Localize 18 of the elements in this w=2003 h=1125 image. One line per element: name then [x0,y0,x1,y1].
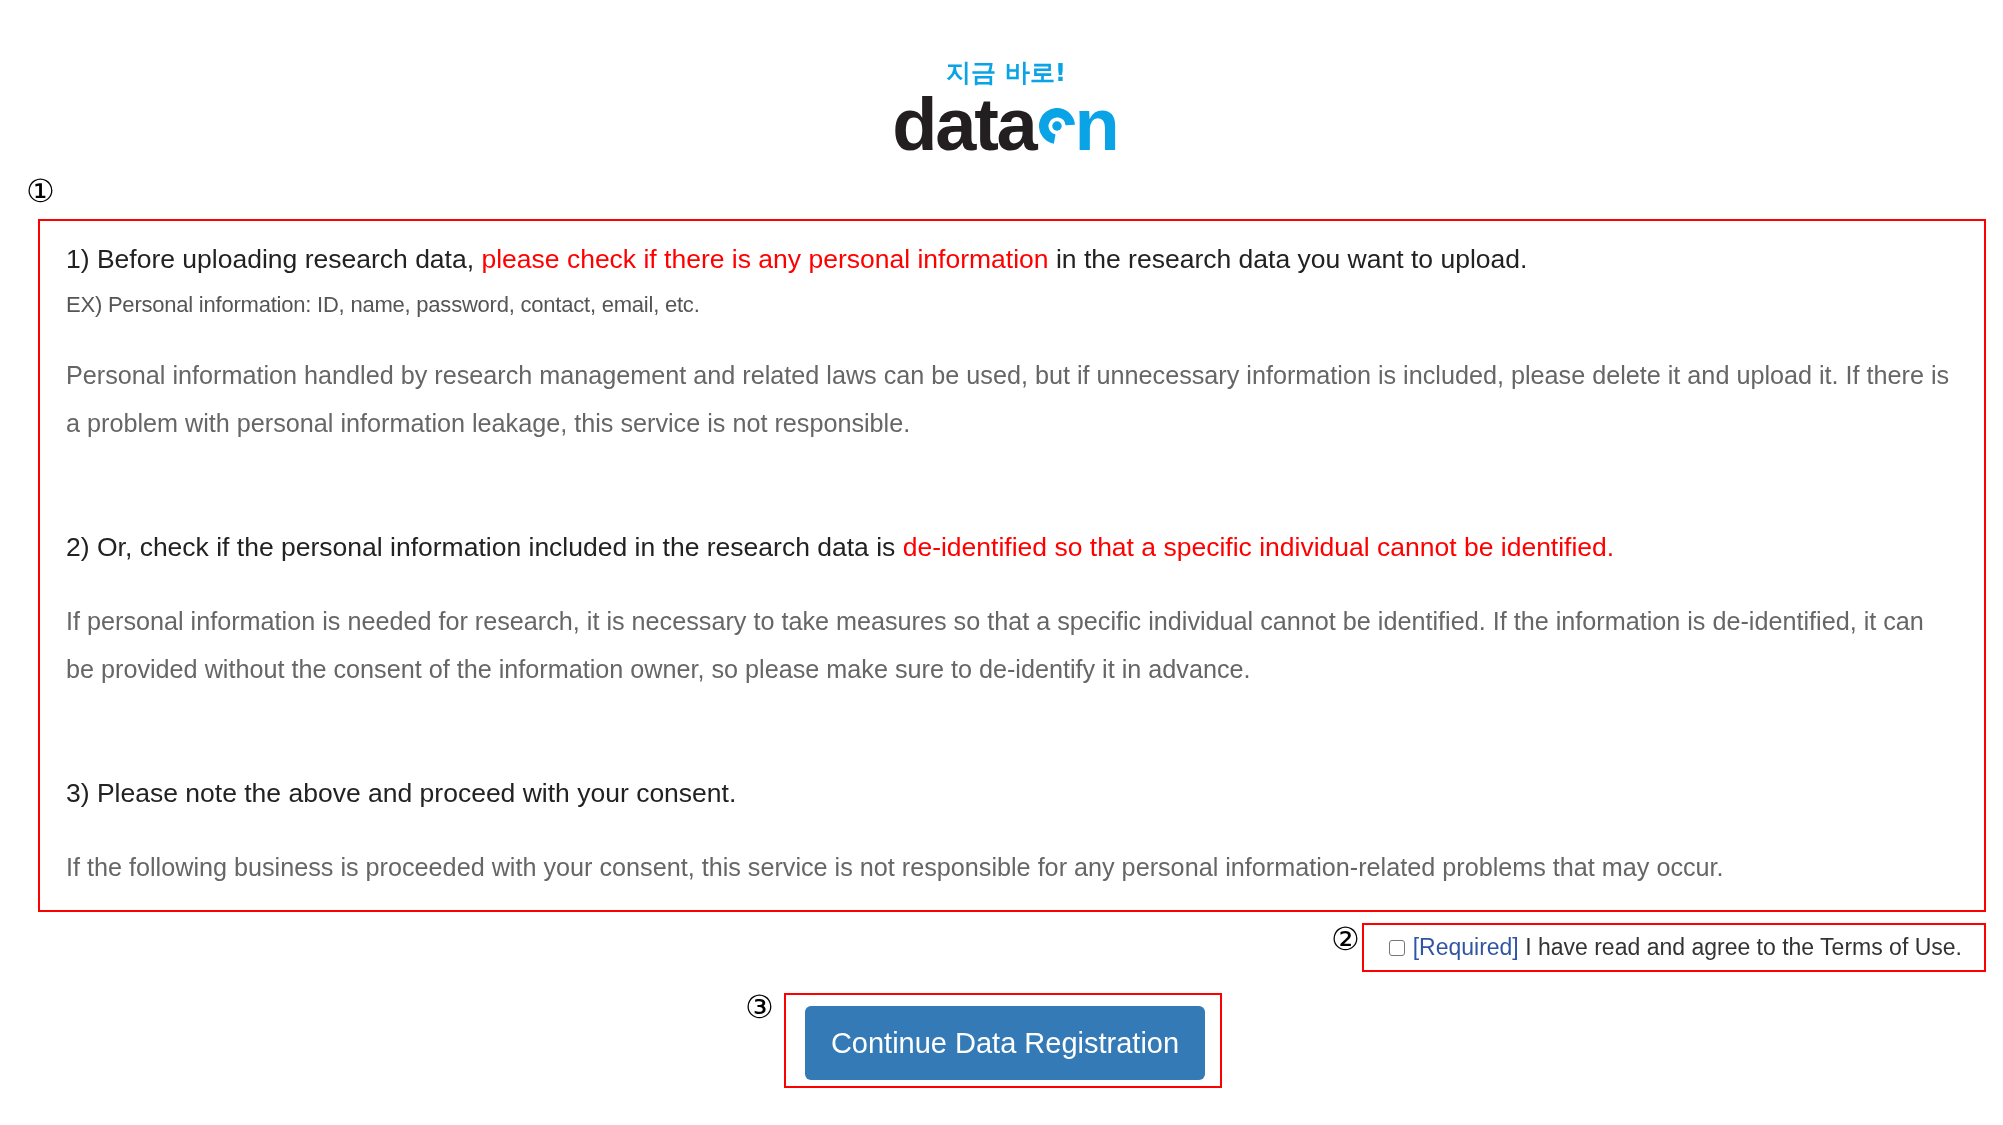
notice-paragraph: If personal information is needed for research, it is necessary to take measures so that a specific individual cannot be identified. If the information is de-identified, it can be provided without the consent of the information owner, so please make sure to de-identify it in advance. [66,606,1925,685]
logo-tagline: 지금 바로! [945,58,1067,88]
notice-heading: 1) Before uploading research data, please check if there is any personal information in the research data you want to upload. [66,243,1529,276]
notice-paragraph: Personal information handled by research management and related laws can be used, but if unnecessary information is included, please delete it and upload it. If there is a problem with personal information leakage, this service is not responsible. [66,360,1951,439]
notice-heading: 2) Or, check if the personal information included in the research data is de-identified so that a specific individual cannot be identified. [66,531,1616,564]
checkbox[interactable] [1388,939,1405,956]
logo-text: n [1074,88,1120,162]
notice-heading: 3) Please note the above and proceed with your consent. [66,777,738,810]
ring-dot-icon [1038,108,1075,144]
example-note: EX) Personal information: ID, name, password, contact, email, etc. [66,291,701,319]
callout-number: ② [1330,923,1360,955]
callout-number: ③ [744,991,775,1023]
callout-number: ① [26,172,55,210]
notice-paragraph: If the following business is proceeded with your consent, this service is not responsible for any personal information-related problems that may occur. [66,852,1725,883]
logo-text: data [892,88,1036,162]
agreement-label: I have read and agree to the Terms of Use. [1525,934,1962,960]
continue-button[interactable]: Continue Data Registration [804,1006,1206,1080]
required-link[interactable]: [Required] [1412,934,1519,960]
